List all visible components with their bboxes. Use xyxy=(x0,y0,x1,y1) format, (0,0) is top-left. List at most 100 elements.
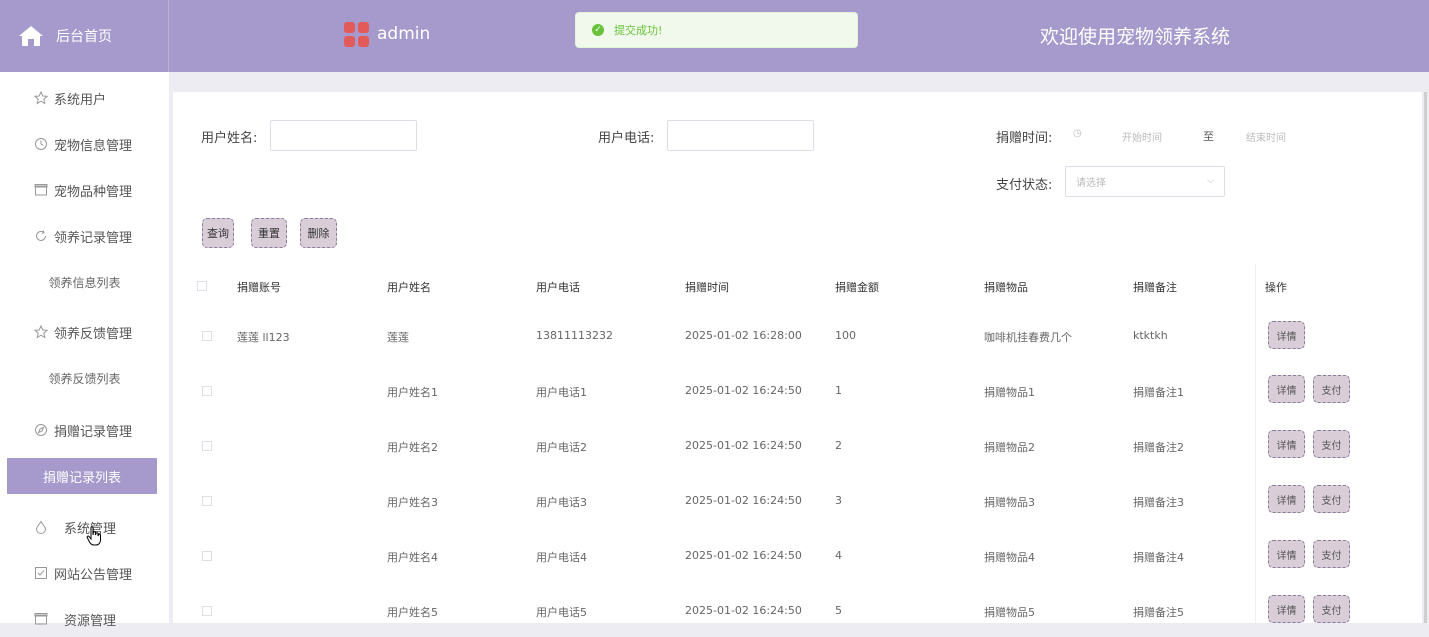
admin-user[interactable]: admin xyxy=(344,20,430,48)
chevron-down-icon: ⌵ xyxy=(1207,176,1214,186)
pay-status-label: 支付状态: xyxy=(996,178,1053,193)
sidebar-item-adoption-list[interactable]: 领养信息列表 xyxy=(0,264,169,300)
cell-item: 咖啡机挂春费几个 xyxy=(984,331,1072,344)
cell-item: 捐赠物品1 xyxy=(984,386,1035,399)
sidebar-item-announcements[interactable]: 网站公告管理 xyxy=(0,555,169,591)
top-header: 后台首页 admin ✓ 提交成功! 欢迎使用宠物领养系统 xyxy=(0,0,1429,72)
cell-time: 2025-01-02 16:24:50 xyxy=(685,384,802,397)
sidebar-item-label: 领养反馈列表 xyxy=(48,371,121,386)
column-header: 操作 xyxy=(1265,281,1287,294)
sidebar-item-label: 系统用户 xyxy=(54,92,107,108)
donation-time-label: 捐赠时间: xyxy=(996,131,1053,146)
pay-button[interactable]: 支付 xyxy=(1313,375,1350,403)
user-name-label: 用户姓名: xyxy=(201,131,258,146)
vertical-scrollbar[interactable] xyxy=(1424,92,1427,623)
cell-remark: 捐赠备注1 xyxy=(1133,386,1184,399)
clock-icon: ◷ xyxy=(1073,128,1082,139)
select-all-checkbox[interactable] xyxy=(197,281,207,291)
pay-status-select[interactable]: 请选择 ⌵ xyxy=(1065,166,1225,197)
cell-item: 捐赠物品3 xyxy=(984,496,1035,509)
detail-button[interactable]: 详情 xyxy=(1268,430,1305,458)
home-label: 后台首页 xyxy=(56,29,112,45)
cell-remark: 捐赠备注3 xyxy=(1133,496,1184,509)
cell-remark: 捐赠备注5 xyxy=(1133,606,1184,619)
sidebar-item-feedback-list[interactable]: 领养反馈列表 xyxy=(0,360,169,396)
pay-button[interactable]: 支付 xyxy=(1313,430,1350,458)
column-header: 用户电话 xyxy=(536,281,580,294)
admin-name: admin xyxy=(377,24,431,44)
sidebar-item-label: 捐赠记录列表 xyxy=(42,470,121,486)
start-date-input[interactable]: 开始时间 xyxy=(1122,129,1162,144)
home-link[interactable]: 后台首页 xyxy=(0,0,169,72)
detail-button[interactable]: 详情 xyxy=(1268,540,1305,568)
row-checkbox[interactable] xyxy=(202,386,212,396)
range-separator: 至 xyxy=(1203,130,1214,143)
reset-button[interactable]: 重置 xyxy=(251,218,287,248)
column-header: 捐赠账号 xyxy=(237,281,281,294)
detail-button[interactable]: 详情 xyxy=(1268,485,1305,513)
detail-button[interactable]: 详情 xyxy=(1268,375,1305,403)
pay-button[interactable]: 支付 xyxy=(1313,595,1350,623)
column-header: 捐赠物品 xyxy=(984,281,1028,294)
cell-time: 2025-01-02 16:24:50 xyxy=(685,439,802,452)
cell-phone: 用户电话5 xyxy=(536,606,587,619)
detail-button[interactable]: 详情 xyxy=(1268,595,1305,623)
sidebar-item-system-management[interactable]: 系统管理 xyxy=(0,509,169,545)
cell-amount: 5 xyxy=(835,604,842,617)
user-phone-label: 用户电话: xyxy=(598,131,655,146)
row-checkbox[interactable] xyxy=(202,606,212,616)
end-date-input[interactable]: 结束时间 xyxy=(1246,129,1286,144)
user-phone-input[interactable] xyxy=(667,120,814,151)
sidebar-item-donation-list[interactable]: 捐赠记录列表 xyxy=(7,458,157,494)
cell-time: 2025-01-02 16:24:50 xyxy=(685,549,802,562)
clock-icon xyxy=(34,137,48,151)
row-checkbox[interactable] xyxy=(202,331,212,341)
column-header: 捐赠时间 xyxy=(685,281,729,294)
cell-name: 用户姓名2 xyxy=(387,441,438,454)
cell-name: 莲莲 xyxy=(387,331,409,344)
column-header: 用户姓名 xyxy=(387,281,431,294)
query-button[interactable]: 查询 xyxy=(202,218,234,248)
sidebar-item-pet-breed[interactable]: 宠物品种管理 xyxy=(0,172,169,208)
cell-amount: 2 xyxy=(835,439,842,452)
operation-column-divider xyxy=(1255,264,1256,624)
detail-button[interactable]: 详情 xyxy=(1268,321,1305,349)
main-panel: 用户姓名: 用户电话: 捐赠时间: ◷ 开始时间 至 结束时间 支付状态: 请选… xyxy=(173,92,1422,624)
sidebar-item-feedback[interactable]: 领养反馈管理 xyxy=(0,314,169,350)
sidebar-item-adoption-records[interactable]: 领养记录管理 xyxy=(0,218,169,254)
cell-item: 捐赠物品5 xyxy=(984,606,1035,619)
cell-remark: 捐赠备注2 xyxy=(1133,441,1184,454)
pay-button[interactable]: 支付 xyxy=(1313,540,1350,568)
column-header: 捐赠备注 xyxy=(1133,281,1177,294)
cell-amount: 4 xyxy=(835,549,842,562)
sidebar-item-resources[interactable]: 资源管理 xyxy=(0,601,169,637)
compass-icon xyxy=(34,423,48,437)
star-icon xyxy=(33,324,49,339)
cell-time: 2025-01-02 16:24:50 xyxy=(685,604,802,617)
user-name-input[interactable] xyxy=(270,120,417,151)
cell-item: 捐赠物品4 xyxy=(984,551,1035,564)
home-icon xyxy=(19,26,43,46)
sidebar-item-label: 网站公告管理 xyxy=(54,567,133,583)
success-check-icon: ✓ xyxy=(592,24,604,36)
cell-amount: 3 xyxy=(835,494,842,507)
pay-button[interactable]: 支付 xyxy=(1313,485,1350,513)
sidebar-item-system-users[interactable]: 系统用户 xyxy=(0,80,169,116)
row-checkbox[interactable] xyxy=(202,441,212,451)
cell-amount: 100 xyxy=(835,329,856,342)
row-checkbox[interactable] xyxy=(202,496,212,506)
sidebar-item-pet-info[interactable]: 宠物信息管理 xyxy=(0,126,169,162)
sidebar-item-label: 领养记录管理 xyxy=(54,230,133,246)
sidebar-item-label: 领养反馈管理 xyxy=(54,326,133,342)
cell-phone: 用户电话3 xyxy=(536,496,587,509)
cell-phone: 用户电话2 xyxy=(536,441,587,454)
admin-logo-icon xyxy=(344,21,369,47)
delete-button[interactable]: 删除 xyxy=(300,218,337,248)
sidebar-item-donation-records[interactable]: 捐赠记录管理 xyxy=(0,412,169,448)
row-checkbox[interactable] xyxy=(202,551,212,561)
cell-phone: 用户电话4 xyxy=(536,551,587,564)
cell-amount: 1 xyxy=(835,384,842,397)
cell-name: 用户姓名3 xyxy=(387,496,438,509)
refresh-icon xyxy=(34,229,48,243)
star-icon xyxy=(33,90,49,105)
